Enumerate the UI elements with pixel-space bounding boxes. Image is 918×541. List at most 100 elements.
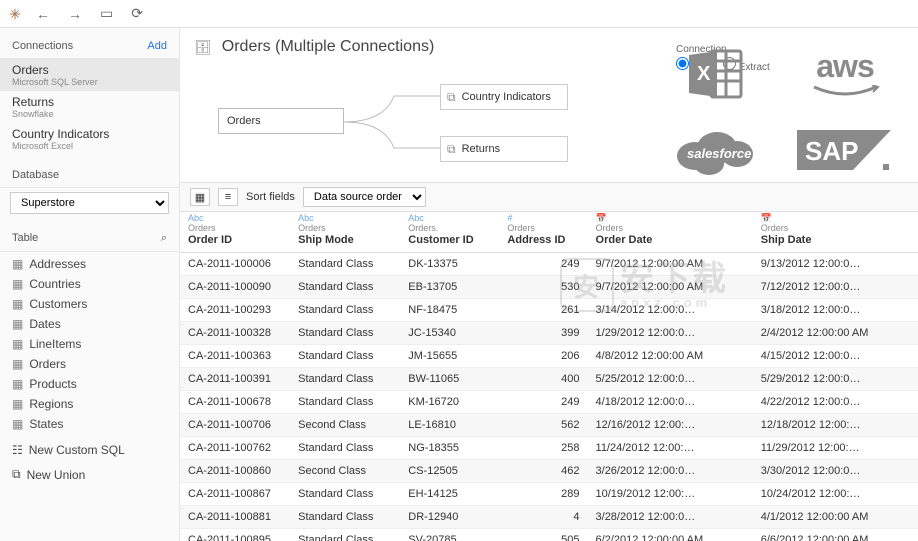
- table-item[interactable]: ▦States: [0, 414, 179, 434]
- back-button[interactable]: ←: [32, 4, 54, 24]
- table-item[interactable]: ▦Regions: [0, 394, 179, 414]
- grid-body: CA-2011-100006Standard ClassDK-133752499…: [180, 252, 918, 541]
- table-row[interactable]: CA-2011-100006Standard ClassDK-133752499…: [180, 252, 918, 275]
- presentation-icon[interactable]: ▭: [96, 3, 117, 24]
- table-row[interactable]: CA-2011-100867Standard ClassEH-141252891…: [180, 482, 918, 505]
- cell: CA-2011-100391: [180, 367, 290, 390]
- cell: CA-2011-100867: [180, 482, 290, 505]
- sort-select[interactable]: Data source order: [303, 187, 426, 207]
- cell: DK-13375: [400, 252, 499, 275]
- table-item[interactable]: ▦Products: [0, 374, 179, 394]
- table-row[interactable]: CA-2011-100328Standard ClassJC-153403991…: [180, 321, 918, 344]
- grid-view-button[interactable]: ▦: [190, 188, 210, 206]
- new-custom-sql[interactable]: ☷ New Custom SQL: [0, 440, 179, 460]
- new-union[interactable]: ⧉ New Union: [0, 464, 179, 485]
- cell: Standard Class: [290, 252, 400, 275]
- cell: 9/13/2012 12:00:0…: [753, 252, 918, 275]
- cell: JM-15655: [400, 344, 499, 367]
- cell: 4/22/2012 12:00:0…: [753, 390, 918, 413]
- join-icon: ⧉: [447, 137, 456, 161]
- content-area: X aws salesforce SAP 🗄 Orders (Multiple …: [180, 28, 918, 541]
- table-icon: ▦: [12, 337, 23, 351]
- top-toolbar: ← → ▭ ⟳: [0, 0, 918, 28]
- cell: SV-20785: [400, 528, 499, 541]
- cell: Standard Class: [290, 390, 400, 413]
- table-row[interactable]: CA-2011-100895Standard ClassSV-207855056…: [180, 528, 918, 541]
- forward-button[interactable]: →: [64, 4, 86, 24]
- refresh-icon[interactable]: ⟳: [127, 3, 147, 24]
- cell: 530: [499, 275, 587, 298]
- cell: 2/4/2012 12:00:00 AM: [753, 321, 918, 344]
- table-item[interactable]: ▦Orders: [0, 354, 179, 374]
- schema-join-1[interactable]: ⧉Country Indicators: [440, 84, 568, 110]
- cell: CA-2011-100762: [180, 436, 290, 459]
- cell: 562: [499, 413, 587, 436]
- table-item[interactable]: ▦LineItems: [0, 334, 179, 354]
- cell: Standard Class: [290, 528, 400, 541]
- grid-wrap[interactable]: AbcOrdersOrder IDAbcOrdersShip ModeAbcOr…: [180, 212, 918, 541]
- table-row[interactable]: CA-2011-100762Standard ClassNG-183552581…: [180, 436, 918, 459]
- cell: CA-2011-100090: [180, 275, 290, 298]
- column-header[interactable]: AbcOrders.Customer ID: [400, 212, 499, 252]
- cell: CA-2011-100881: [180, 505, 290, 528]
- connection-item[interactable]: OrdersMicrosoft SQL Server: [0, 59, 179, 91]
- cell: CA-2011-100363: [180, 344, 290, 367]
- database-icon: 🗄: [194, 39, 212, 56]
- cell: EH-14125: [400, 482, 499, 505]
- list-view-button[interactable]: ≡: [218, 188, 238, 206]
- aws-logo-icon: aws: [785, 39, 905, 109]
- column-header[interactable]: 📅OrdersShip Date: [753, 212, 918, 252]
- svg-text:SAP: SAP: [805, 136, 858, 166]
- database-select[interactable]: Superstore: [10, 192, 169, 214]
- table-row[interactable]: CA-2011-100678Standard ClassKM-167202494…: [180, 390, 918, 413]
- table-item[interactable]: ▦Dates: [0, 314, 179, 334]
- add-connection-link[interactable]: Add: [147, 40, 167, 52]
- cell: 10/19/2012 12:00:…: [588, 482, 753, 505]
- connection-item[interactable]: ReturnsSnowflake: [0, 91, 179, 123]
- datasource-title: Orders (Multiple Connections): [222, 38, 435, 56]
- main: Connections Add OrdersMicrosoft SQL Serv…: [0, 28, 918, 541]
- table-row[interactable]: CA-2011-100090Standard ClassEB-137055309…: [180, 275, 918, 298]
- table-row[interactable]: CA-2011-100391Standard ClassBW-110654005…: [180, 367, 918, 390]
- cell: 4: [499, 505, 587, 528]
- column-header[interactable]: #OrdersAddress ID: [499, 212, 587, 252]
- cell: 3/14/2012 12:00:0…: [588, 298, 753, 321]
- schema-join-2[interactable]: ⧉Returns: [440, 136, 568, 162]
- column-header[interactable]: 📅OrdersOrder Date: [588, 212, 753, 252]
- cell: Standard Class: [290, 367, 400, 390]
- cell: Standard Class: [290, 505, 400, 528]
- grid-header-row: AbcOrdersOrder IDAbcOrdersShip ModeAbcOr…: [180, 212, 918, 252]
- table-item[interactable]: ▦Countries: [0, 274, 179, 294]
- cell: 11/24/2012 12:00:…: [588, 436, 753, 459]
- column-header[interactable]: AbcOrdersShip Mode: [290, 212, 400, 252]
- column-header[interactable]: AbcOrdersOrder ID: [180, 212, 290, 252]
- cell: 10/24/2012 12:00:…: [753, 482, 918, 505]
- cell: 9/7/2012 12:00:00 AM: [588, 275, 753, 298]
- schema-root-table[interactable]: Orders: [218, 108, 344, 134]
- table-search-icon[interactable]: ⌕: [161, 232, 167, 245]
- cell: CA-2011-100706: [180, 413, 290, 436]
- table-row[interactable]: CA-2011-100881Standard ClassDR-1294043/2…: [180, 505, 918, 528]
- table-icon: ▦: [12, 357, 23, 371]
- cell: 289: [499, 482, 587, 505]
- cell: 4/15/2012 12:00:0…: [753, 344, 918, 367]
- table-row[interactable]: CA-2011-100363Standard ClassJM-156552064…: [180, 344, 918, 367]
- cell: 11/29/2012 12:00:…: [753, 436, 918, 459]
- table-item[interactable]: ▦Customers: [0, 294, 179, 314]
- cell: CA-2011-100860: [180, 459, 290, 482]
- cell: CA-2011-100006: [180, 252, 290, 275]
- cell: DR-12940: [400, 505, 499, 528]
- table-row[interactable]: CA-2011-100706Second ClassLE-1681056212/…: [180, 413, 918, 436]
- cell: 4/8/2012 12:00:00 AM: [588, 344, 753, 367]
- cell: 4/18/2012 12:00:0…: [588, 390, 753, 413]
- table-row[interactable]: CA-2011-100860Second ClassCS-125054623/2…: [180, 459, 918, 482]
- cell: KM-16720: [400, 390, 499, 413]
- svg-text:salesforce: salesforce: [687, 146, 751, 161]
- table-item[interactable]: ▦Addresses: [0, 254, 179, 274]
- table-row[interactable]: CA-2011-100293Standard ClassNF-184752613…: [180, 298, 918, 321]
- connection-item[interactable]: Country IndicatorsMicrosoft Excel: [0, 123, 179, 155]
- connector-logos: X aws salesforce SAP: [646, 28, 914, 196]
- cell: 462: [499, 459, 587, 482]
- sort-label: Sort fields: [246, 191, 295, 203]
- connections-label: Connections: [12, 40, 73, 52]
